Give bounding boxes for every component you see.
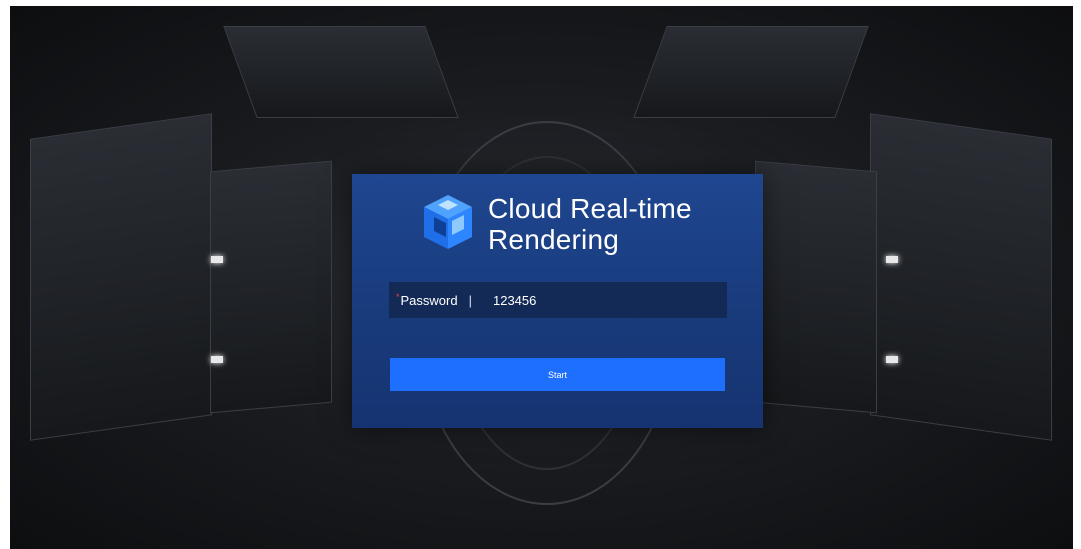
login-card: Cloud Real-time Rendering * Password | S… [352, 174, 763, 428]
cube-logo-icon [424, 195, 472, 249]
password-field[interactable]: * Password | [389, 282, 727, 318]
wall-light [211, 356, 223, 363]
password-input[interactable] [492, 292, 713, 308]
app-title: Cloud Real-time Rendering [488, 193, 692, 255]
field-separator: | [468, 292, 472, 308]
left-wall-panel-inner [210, 160, 332, 414]
ceiling-panel-right [633, 26, 869, 118]
wall-light [886, 356, 898, 363]
wall-light [886, 256, 898, 263]
right-wall-panel [870, 113, 1052, 441]
required-marker: * [396, 292, 400, 302]
right-wall-panel-inner [755, 160, 877, 414]
start-button[interactable]: Start [390, 358, 725, 391]
left-wall-panel [30, 113, 212, 441]
password-label: Password [400, 292, 458, 308]
ceiling-panel-left [223, 26, 459, 118]
brand-header: Cloud Real-time Rendering [420, 191, 728, 257]
wall-light [211, 256, 223, 263]
